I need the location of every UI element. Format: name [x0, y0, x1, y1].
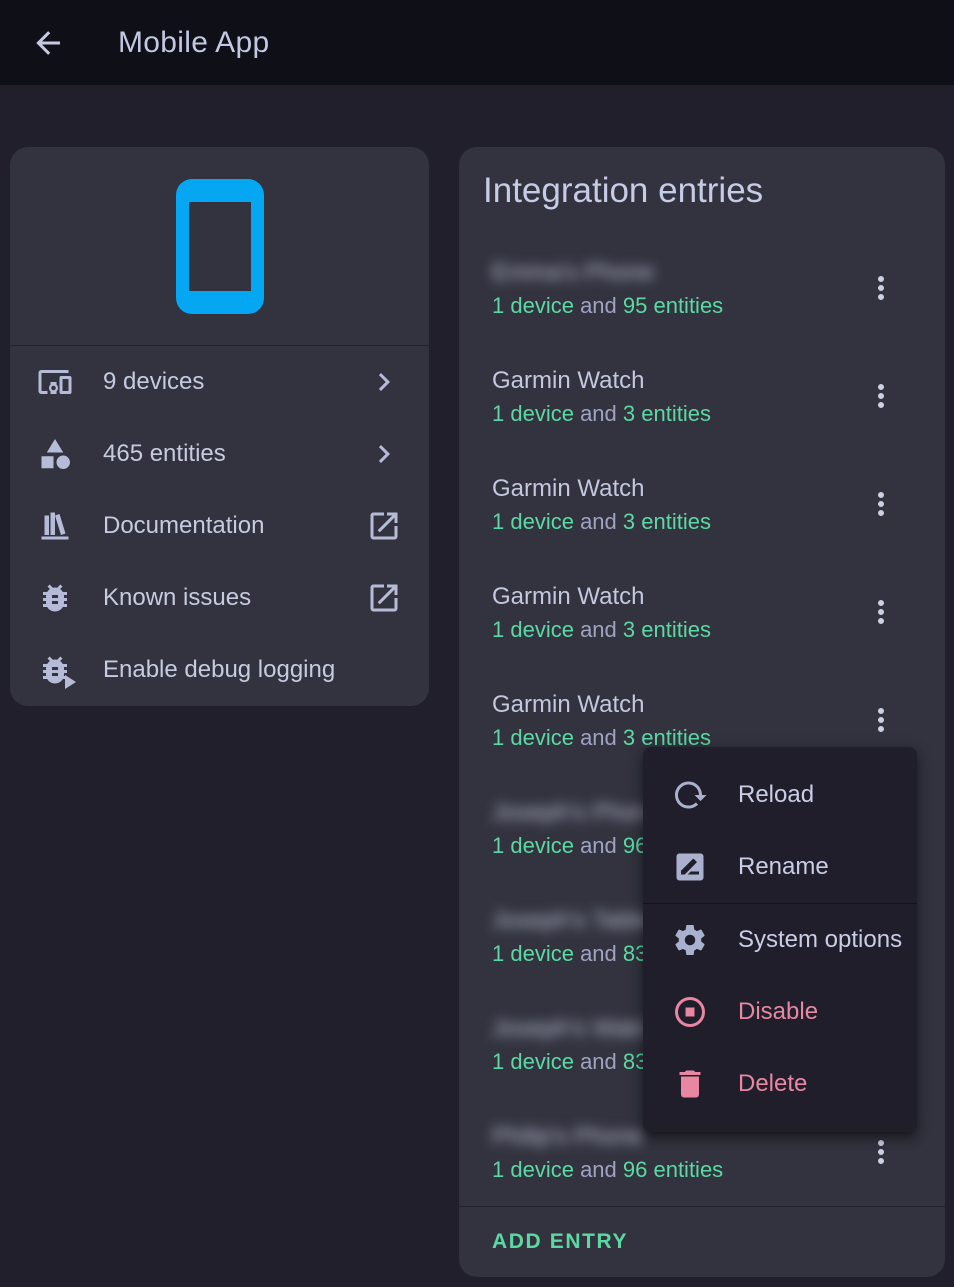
summary-conjunction: and [574, 941, 623, 966]
device-count-link[interactable]: 1 device [492, 293, 574, 318]
integration-entry-row: Emma's Phone 1 device and 95 entities [459, 234, 945, 342]
entity-count-link[interactable]: 3 entities [623, 617, 711, 642]
info-row-label: Documentation [103, 512, 366, 540]
card-actions: ADD ENTRY [459, 1206, 945, 1277]
entries-title: Integration entries [483, 167, 921, 215]
cog-icon [672, 922, 708, 958]
entity-count-link[interactable]: 95 entities [623, 293, 723, 318]
entry-name: Garmin Watch [492, 366, 711, 396]
devices-icon [37, 364, 73, 400]
chevron-right-icon [366, 436, 402, 472]
device-count-link[interactable]: 1 device [492, 941, 574, 966]
bookshelf-icon [37, 508, 73, 544]
summary-conjunction: and [574, 617, 623, 642]
menu-item-label: Disable [738, 998, 818, 1026]
info-row-devices[interactable]: 9 devices [10, 346, 429, 418]
entry-name: Garmin Watch [492, 690, 711, 720]
info-row-label: Enable debug logging [103, 656, 402, 684]
dots-vertical-icon [863, 594, 899, 630]
dots-vertical-icon [863, 702, 899, 738]
bug-play-icon [37, 652, 73, 688]
entry-name: Emma's Phone [492, 258, 723, 288]
entity-count-link[interactable]: 3 entities [623, 401, 711, 426]
summary-conjunction: and [574, 1049, 623, 1074]
menu-item-label: Reload [738, 781, 814, 809]
device-count-link[interactable]: 1 device [492, 509, 574, 534]
integration-brand-header [10, 147, 429, 345]
integration-entry-row: Garmin Watch 1 device and 3 entities [459, 558, 945, 666]
info-row-label: 9 devices [103, 368, 366, 396]
dots-vertical-icon [863, 486, 899, 522]
entity-count-link[interactable]: 96 entities [623, 1157, 723, 1182]
menu-item-label: System options [738, 926, 902, 954]
cellphone-icon [176, 179, 264, 314]
summary-conjunction: and [574, 293, 623, 318]
bug-icon [37, 580, 73, 616]
open-in-new-icon [366, 580, 402, 616]
entry-summary: 1 device and 95 entities [492, 293, 723, 319]
entry-menu-button[interactable] [863, 702, 899, 738]
stop-circle-icon [672, 994, 708, 1030]
entry-summary: 1 device and 96 entities [492, 1157, 723, 1183]
integration-entry-row: Garmin Watch 1 device and 3 entities [459, 342, 945, 450]
app-header: Mobile App [0, 0, 954, 85]
info-row-known-issues[interactable]: Known issues [10, 562, 429, 634]
summary-conjunction: and [574, 1157, 623, 1182]
device-count-link[interactable]: 1 device [492, 617, 574, 642]
device-count-link[interactable]: 1 device [492, 725, 574, 750]
entity-count-link[interactable]: 3 entities [623, 725, 711, 750]
menu-item-delete[interactable]: Delete [643, 1048, 917, 1120]
dots-vertical-icon [863, 1134, 899, 1170]
dots-vertical-icon [863, 270, 899, 306]
entry-name: Garmin Watch [492, 582, 711, 612]
integration-info-rows: 9 devices 465 entities Documentation Kno… [10, 346, 429, 706]
dots-vertical-icon [863, 378, 899, 414]
menu-item-label: Delete [738, 1070, 807, 1098]
menu-item-disable[interactable]: Disable [643, 976, 917, 1048]
entry-menu-button[interactable] [863, 270, 899, 306]
info-row-entities[interactable]: 465 entities [10, 418, 429, 490]
device-count-link[interactable]: 1 device [492, 833, 574, 858]
info-row-documentation[interactable]: Documentation [10, 490, 429, 562]
menu-item-system-options[interactable]: System options [643, 904, 917, 976]
entry-name: Garmin Watch [492, 474, 711, 504]
menu-item-label: Rename [738, 853, 829, 881]
integration-entry-row: Garmin Watch 1 device and 3 entities [459, 450, 945, 558]
entry-menu-button[interactable] [863, 486, 899, 522]
entry-summary: 1 device and 3 entities [492, 617, 711, 643]
device-count-link[interactable]: 1 device [492, 1049, 574, 1074]
device-count-link[interactable]: 1 device [492, 401, 574, 426]
back-button[interactable] [28, 23, 68, 63]
rename-icon [672, 849, 708, 885]
entry-menu-button[interactable] [863, 594, 899, 630]
summary-conjunction: and [574, 833, 623, 858]
summary-conjunction: and [574, 725, 623, 750]
entry-summary: 1 device and 3 entities [492, 401, 711, 427]
reload-icon [672, 777, 708, 813]
entry-summary: 1 device and 3 entities [492, 509, 711, 535]
device-count-link[interactable]: 1 device [492, 1157, 574, 1182]
chevron-right-icon [366, 364, 402, 400]
add-entry-button[interactable]: ADD ENTRY [492, 1230, 628, 1254]
integration-info-card: 9 devices 465 entities Documentation Kno… [10, 147, 429, 706]
menu-item-rename[interactable]: Rename [643, 831, 917, 903]
info-row-debug-logging[interactable]: Enable debug logging [10, 634, 429, 706]
entry-menu-button[interactable] [863, 1134, 899, 1170]
entry-context-menu: Reload Rename System options Disable Del… [643, 747, 917, 1132]
info-row-label: Known issues [103, 584, 366, 612]
delete-icon [672, 1066, 708, 1102]
info-row-label: 465 entities [103, 440, 366, 468]
open-in-new-icon [366, 508, 402, 544]
summary-conjunction: and [574, 509, 623, 534]
entity-count-link[interactable]: 3 entities [623, 509, 711, 534]
page-title: Mobile App [118, 26, 269, 60]
arrow-left-icon [30, 25, 66, 61]
entry-menu-button[interactable] [863, 378, 899, 414]
summary-conjunction: and [574, 401, 623, 426]
menu-item-reload[interactable]: Reload [643, 759, 917, 831]
shape-icon [37, 436, 73, 472]
